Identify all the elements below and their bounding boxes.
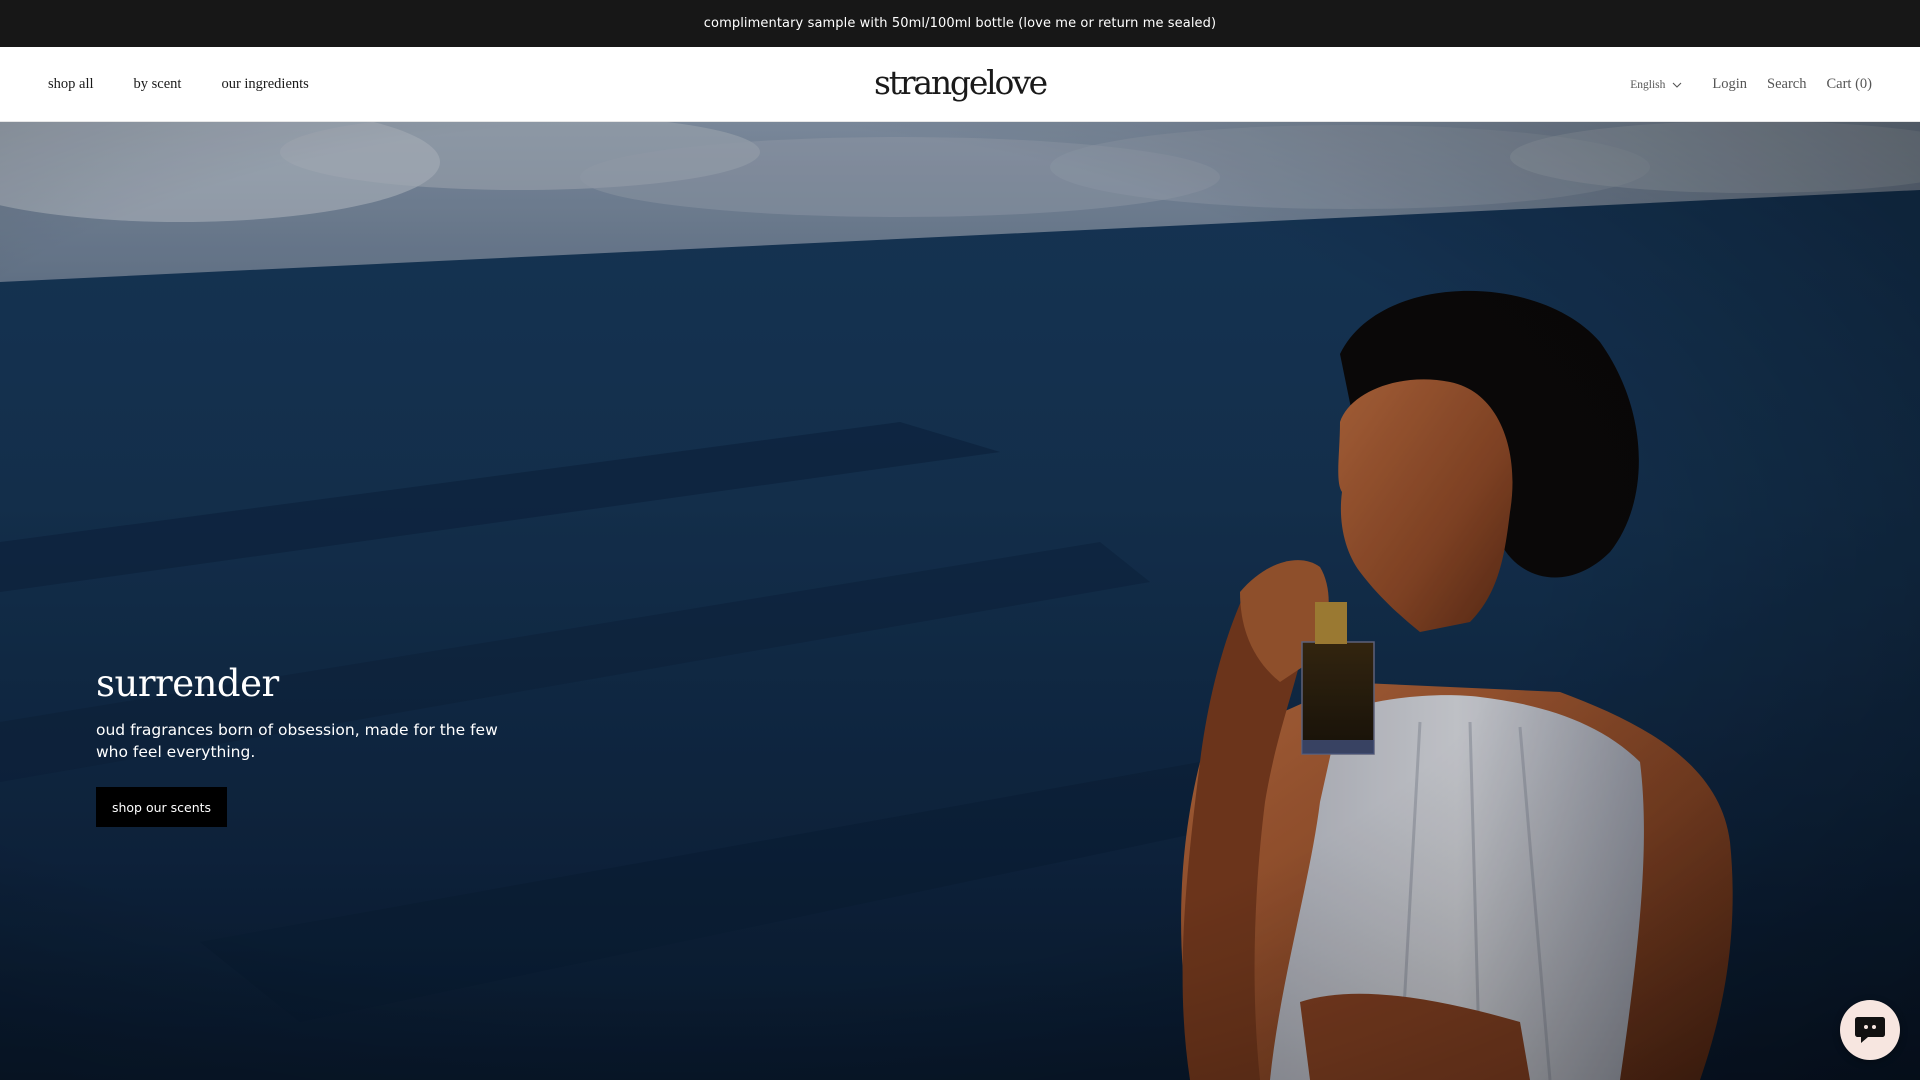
header-actions: English Login Search Cart (0) <box>1630 47 1872 122</box>
chevron-down-icon <box>1673 82 1682 88</box>
main-nav: shop all by scent our ingredients <box>48 47 309 122</box>
hero-banner: surrender oud fragrances born of obsessi… <box>0 122 1920 1080</box>
chat-launcher[interactable] <box>1840 1000 1900 1060</box>
site-header: shop all by scent our ingredients strang… <box>0 47 1920 122</box>
site-logo[interactable]: strangelove <box>874 63 1048 102</box>
nav-shop-all[interactable]: shop all <box>48 76 94 93</box>
login-link[interactable]: Login <box>1712 76 1747 93</box>
announcement-text: complimentary sample with 50ml/100ml bot… <box>703 16 1217 31</box>
announcement-bar: complimentary sample with 50ml/100ml bot… <box>0 0 1920 47</box>
language-label: English <box>1630 78 1666 91</box>
cart-link[interactable]: Cart (0) <box>1827 76 1873 93</box>
nav-our-ingredients[interactable]: our ingredients <box>221 76 308 93</box>
language-selector[interactable]: English <box>1630 79 1683 91</box>
hero-image <box>0 122 1920 1080</box>
hero-content: surrender oud fragrances born of obsessi… <box>96 662 516 827</box>
nav-by-scent[interactable]: by scent <box>134 76 182 93</box>
hero-title: surrender <box>96 662 279 705</box>
chat-icon <box>1855 1017 1885 1043</box>
search-link[interactable]: Search <box>1767 76 1806 93</box>
hero-subtitle: oud fragrances born of obsession, made f… <box>96 721 498 761</box>
shop-scents-button[interactable]: shop our scents <box>96 787 227 827</box>
